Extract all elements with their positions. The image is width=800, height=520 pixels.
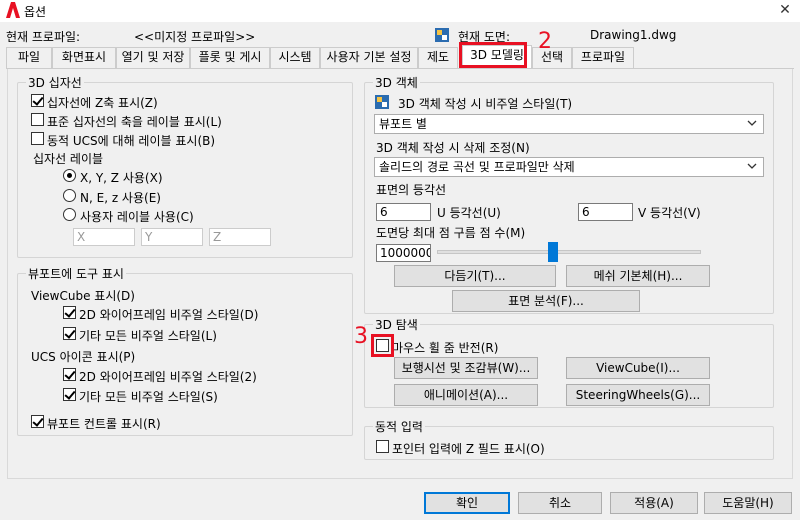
tab-files[interactable]: 파일 [6,47,52,68]
annotation-marker-2: 2 [538,29,552,54]
deletion-control-value: 솔리드의 경로 곡선 및 프로파일만 삭제 [379,160,575,174]
reverse-wheel-zoom-label: 마우스 휠 줌 반전(R) [392,341,499,355]
current-profile-value: <<미지정 프로파일>> [134,30,256,44]
tab-display[interactable]: 화면표시 [52,47,116,68]
close-icon[interactable]: ✕ [776,1,794,19]
group-title-dynamic-input: 동적 입력 [373,418,425,435]
current-profile-label: 현재 프로파일: [6,30,81,44]
v-isolines-input[interactable]: 6 [578,203,633,221]
drawing-icon [435,28,449,42]
v-isolines-label: V 등각선(V) [638,206,701,220]
isolines-label: 표면의 등각선 [376,183,447,197]
group-title-viewport-tools: 뷰포트에 도구 표시 [26,265,126,282]
title-bar [0,0,800,22]
visual-style-value: 뷰포트 별 [379,117,427,131]
group-title-3d-objects: 3D 객체 [373,74,420,91]
viewcube-display-title: ViewCube 표시(D) [31,289,135,303]
group-title-3d-navigation: 3D 탐색 [373,316,420,333]
point-cloud-slider-track[interactable] [437,250,701,254]
surface-analysis-button[interactable]: 표면 분석(F)... [452,290,640,312]
tab-user-preferences[interactable]: 사용자 기본 설정 [320,47,418,68]
chevron-down-icon [747,163,757,169]
custom-x-field[interactable]: X [73,228,135,246]
current-drawing-value: Drawing1.dwg [590,28,677,42]
radio-xyz-label: X, Y, Z 사용(X) [80,171,163,185]
viewcube-2d-wireframe-label: 2D 와이어프레임 비주얼 스타일(D) [79,308,259,322]
annotation-box-tab [459,42,527,68]
visual-style-icon [375,95,389,109]
deletion-control-label: 3D 객체 작성 시 삭제 조정(N) [376,141,530,155]
walk-fly-button[interactable]: 보행시선 및 조감뷰(W)... [394,357,538,379]
viewcube-settings-button[interactable]: ViewCube(I)... [566,357,710,379]
radio-xyz[interactable] [63,169,76,182]
chevron-down-icon [747,120,757,126]
radio-nez-label: N, E, z 사용(E) [80,191,161,205]
steering-wheels-button[interactable]: SteeringWheels(G)... [566,384,710,406]
label-axes-checkbox[interactable] [31,113,44,126]
show-z-axis-label: 십자선에 Z축 표시(Z) [47,96,158,110]
radio-custom-label: 사용자 레이블 사용(C) [80,210,194,224]
viewcube-other-label: 기타 모든 비주얼 스타일(L) [79,329,217,343]
tab-plot-publish[interactable]: 플롯 및 게시 [190,47,270,68]
autocad-a-icon [6,2,20,18]
visual-style-select[interactable]: 뷰포트 별 [374,114,764,134]
label-axes-label: 표준 십자선의 축을 레이블 표시(L) [47,115,222,129]
point-cloud-slider-thumb[interactable] [548,242,559,262]
dynamic-ucs-checkbox[interactable] [31,132,44,145]
tessellation-button[interactable]: 다듬기(T)... [394,265,556,287]
tab-drafting[interactable]: 제도 [418,47,458,68]
mesh-primitives-button[interactable]: 메쉬 기본체(H)... [566,265,710,287]
custom-z-field[interactable]: Z [209,228,271,246]
tab-profiles[interactable]: 프로파일 [572,47,634,68]
ucs-other-label: 기타 모든 비주얼 스타일(S) [79,390,218,404]
visual-style-label: 3D 객체 작성 시 비주얼 스타일(T) [398,97,573,111]
radio-custom-labels[interactable] [63,208,76,221]
ucs-2d-wireframe-checkbox[interactable] [63,368,76,381]
u-isolines-label: U 등각선(U) [437,206,501,220]
u-isolines-input[interactable]: 6 [376,203,431,221]
deletion-control-select[interactable]: 솔리드의 경로 곡선 및 프로파일만 삭제 [374,157,764,177]
show-z-axis-checkbox[interactable] [31,94,44,107]
annotation-marker-3: 3 [354,324,368,349]
animation-button[interactable]: 애니메이션(A)... [394,384,538,406]
viewcube-2d-wireframe-checkbox[interactable] [63,306,76,319]
apply-button[interactable]: 적용(A) [610,492,698,514]
viewcube-other-checkbox[interactable] [63,327,76,340]
custom-y-field[interactable]: Y [141,228,203,246]
tab-system[interactable]: 시스템 [270,47,320,68]
point-cloud-label: 도면당 최대 점 구름 점 수(M) [376,226,526,240]
ucs-icon-display-title: UCS 아이콘 표시(P) [31,350,136,364]
dynamic-ucs-label: 동적 UCS에 대해 레이블 표시(B) [47,134,216,148]
group-title-3d-crosshairs: 3D 십자선 [26,74,84,91]
ucs-other-checkbox[interactable] [63,388,76,401]
annotation-box-checkbox [371,334,394,357]
help-button[interactable]: 도움말(H) [704,492,792,514]
show-z-field-checkbox[interactable] [376,440,389,453]
point-cloud-input[interactable]: 10000000 [376,244,431,262]
window-title: 옵션 [24,5,47,19]
tab-open-save[interactable]: 열기 및 저장 [116,47,190,68]
show-z-field-label: 포인터 입력에 Z 필드 표시(O) [392,442,545,456]
viewport-controls-label: 뷰포트 컨트롤 표시(R) [47,417,161,431]
crosshair-labels-title: 십자선 레이블 [33,152,104,166]
viewport-controls-checkbox[interactable] [31,415,44,428]
tab-bar: 파일 화면표시 열기 및 저장 플롯 및 게시 시스템 사용자 기본 설정 제도… [6,45,794,69]
ucs-2d-wireframe-label: 2D 와이어프레임 비주얼 스타일(2) [79,370,257,384]
radio-nez[interactable] [63,189,76,202]
ok-button[interactable]: 확인 [424,492,510,514]
cancel-button[interactable]: 취소 [518,492,602,514]
